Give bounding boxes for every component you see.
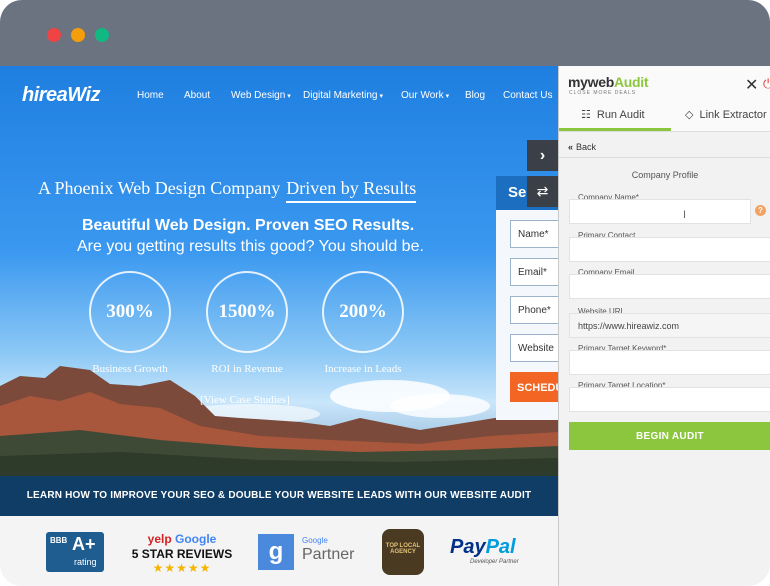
stat-circle-leads: 200% <box>322 271 404 353</box>
browser-window: hireaWiz Home About Web Design ▾ Digital … <box>0 0 770 586</box>
primary-contact-input[interactable] <box>569 237 770 262</box>
company-profile-title: Company Profile <box>631 170 699 180</box>
close-icon[interactable]: ✕ <box>745 75 758 95</box>
paypal-logo: PayPal <box>450 536 519 559</box>
target-keyword-input[interactable] <box>569 350 770 375</box>
five-star-reviews-text: 5 STAR REVIEWS <box>131 547 233 561</box>
stat-label-growth: Business Growth <box>92 363 168 375</box>
close-window-button[interactable] <box>47 28 61 42</box>
view-case-studies-link[interactable]: [View Case Studies] <box>200 394 290 406</box>
checklist-icon: ☷ <box>581 109 591 121</box>
nav-digital-marketing-label: Digital Marketing <box>303 90 378 101</box>
chevron-down-icon: ▾ <box>445 93 450 100</box>
diamond-icon: ◇ <box>685 109 694 121</box>
paypal-developer-partner: Developer Partner <box>470 559 519 565</box>
website-url-input[interactable]: https://www.hireawiz.com <box>569 313 770 338</box>
mywebaudit-logo: mywebAudit <box>568 74 649 90</box>
brand-suffix: Audit <box>613 74 649 90</box>
site-logo[interactable]: hireaWiz <box>22 84 101 107</box>
yelp-google-logos: yelp Google <box>130 532 234 546</box>
swap-arrows-icon[interactable]: ⇄ <box>527 176 558 207</box>
google-g-icon: g <box>258 534 294 570</box>
stat-label-roi: ROI in Revenue <box>211 363 283 375</box>
stat-circle-roi: 1500% <box>206 271 288 353</box>
power-icon[interactable]: ⏻ <box>763 76 770 92</box>
text-cursor-icon: I <box>683 209 687 221</box>
help-icon[interactable]: ? <box>755 205 766 216</box>
bbb-badge: BBB A+ rating <box>46 532 104 572</box>
back-button[interactable]: «Back <box>559 134 770 158</box>
top-local-agency-badge: TOP LOCAL AGENCY <box>382 529 424 575</box>
website-viewport: hireaWiz Home About Web Design ▾ Digital … <box>0 66 558 586</box>
nav-home[interactable]: Home <box>137 90 164 101</box>
double-chevron-left-icon: « <box>568 142 574 152</box>
stat-label-leads: Increase in Leads <box>324 363 402 375</box>
form-name-input[interactable]: Name* <box>510 220 558 248</box>
trust-badges: BBB A+ rating yelp Google 5 STAR REVIEWS… <box>0 516 558 586</box>
brand-prefix: myweb <box>568 74 614 90</box>
brand-tagline: CLOSE MORE DEALS <box>569 90 637 96</box>
begin-audit-button[interactable]: BEGIN AUDIT <box>569 422 770 450</box>
minimize-window-button[interactable] <box>71 28 85 42</box>
hero-headline: A Phoenix Web Design Company Driven by Re… <box>38 178 417 203</box>
google-partner-big: Partner <box>302 546 355 563</box>
tab-link-extractor[interactable]: ◇ Link Extractor <box>685 108 767 121</box>
panel-header: mywebAudit CLOSE MORE DEALS ✕ ⏻ ☷ Run Aud… <box>559 66 770 132</box>
nav-blog[interactable]: Blog <box>465 90 485 101</box>
star-rating-icon: ★★★★★ <box>152 561 212 575</box>
company-email-input[interactable] <box>569 274 770 299</box>
bbb-grade: A+ <box>72 534 96 554</box>
chevron-down-icon: ▾ <box>379 93 383 100</box>
paypal-badge: PayPal Developer Partner <box>450 536 519 565</box>
schedule-button[interactable]: SCHEDU <box>510 372 558 402</box>
google-partner-small: Google <box>302 536 328 545</box>
tab-link-extractor-label: Link Extractor <box>699 109 767 121</box>
nav-about[interactable]: About <box>184 90 210 101</box>
tab-run-audit[interactable]: ☷ Run Audit <box>581 108 645 121</box>
tab-run-audit-label: Run Audit <box>596 109 645 121</box>
nav-web-design-label: Web Design <box>231 90 286 101</box>
title-bar <box>0 0 770 66</box>
stat-circle-growth: 300% <box>89 271 171 353</box>
paypal-pay: Pay <box>450 536 486 558</box>
site-navigation: hireaWiz Home About Web Design ▾ Digital … <box>0 66 558 126</box>
nav-contact-us[interactable]: Contact Us <box>503 90 552 101</box>
company-name-input[interactable] <box>569 199 751 224</box>
form-email-input[interactable]: Email* <box>510 258 558 286</box>
yelp-logo: yelp <box>147 532 172 546</box>
bbb-rating: rating <box>74 557 97 567</box>
form-website-input[interactable]: Website <box>510 334 558 362</box>
nav-our-work[interactable]: Our Work ▾ <box>401 90 449 101</box>
hero-subhead: Beautiful Web Design. Proven SEO Results… <box>82 217 415 234</box>
mywebaudit-panel: mywebAudit CLOSE MORE DEALS ✕ ⏻ ☷ Run Aud… <box>558 66 770 586</box>
back-label: Back <box>576 142 597 152</box>
chevron-down-icon: ▾ <box>287 93 291 100</box>
google-partner-badge: g Google Partner <box>258 534 358 572</box>
maximize-window-button[interactable] <box>95 28 109 42</box>
nav-digital-marketing[interactable]: Digital Marketing ▾ <box>303 90 383 101</box>
audit-banner[interactable]: LEARN HOW TO IMPROVE YOUR SEO & DOUBLE Y… <box>0 476 558 516</box>
active-tab-indicator <box>559 128 671 131</box>
google-logo: Google <box>175 532 217 546</box>
headline-part2: Driven by Results <box>286 178 417 203</box>
headline-part1: A Phoenix Web Design Company <box>38 178 281 198</box>
hero-section: hireaWiz Home About Web Design ▾ Digital … <box>0 66 558 476</box>
target-location-input[interactable] <box>569 387 770 412</box>
form-phone-input[interactable]: Phone* <box>510 296 558 324</box>
schedule-form: Se Name* Email* Phone* Website SCHEDU <box>496 176 558 420</box>
hero-subhead-question: Are you getting results this good? You s… <box>77 238 424 255</box>
chevron-right-icon[interactable]: › <box>527 140 558 171</box>
yelp-google-badge: yelp Google 5 STAR REVIEWS ★★★★★ <box>130 532 234 575</box>
bbb-title: BBB <box>50 536 68 545</box>
nav-our-work-label: Our Work <box>401 90 444 101</box>
paypal-pal: Pal <box>485 536 516 558</box>
nav-web-design[interactable]: Web Design ▾ <box>231 90 291 101</box>
